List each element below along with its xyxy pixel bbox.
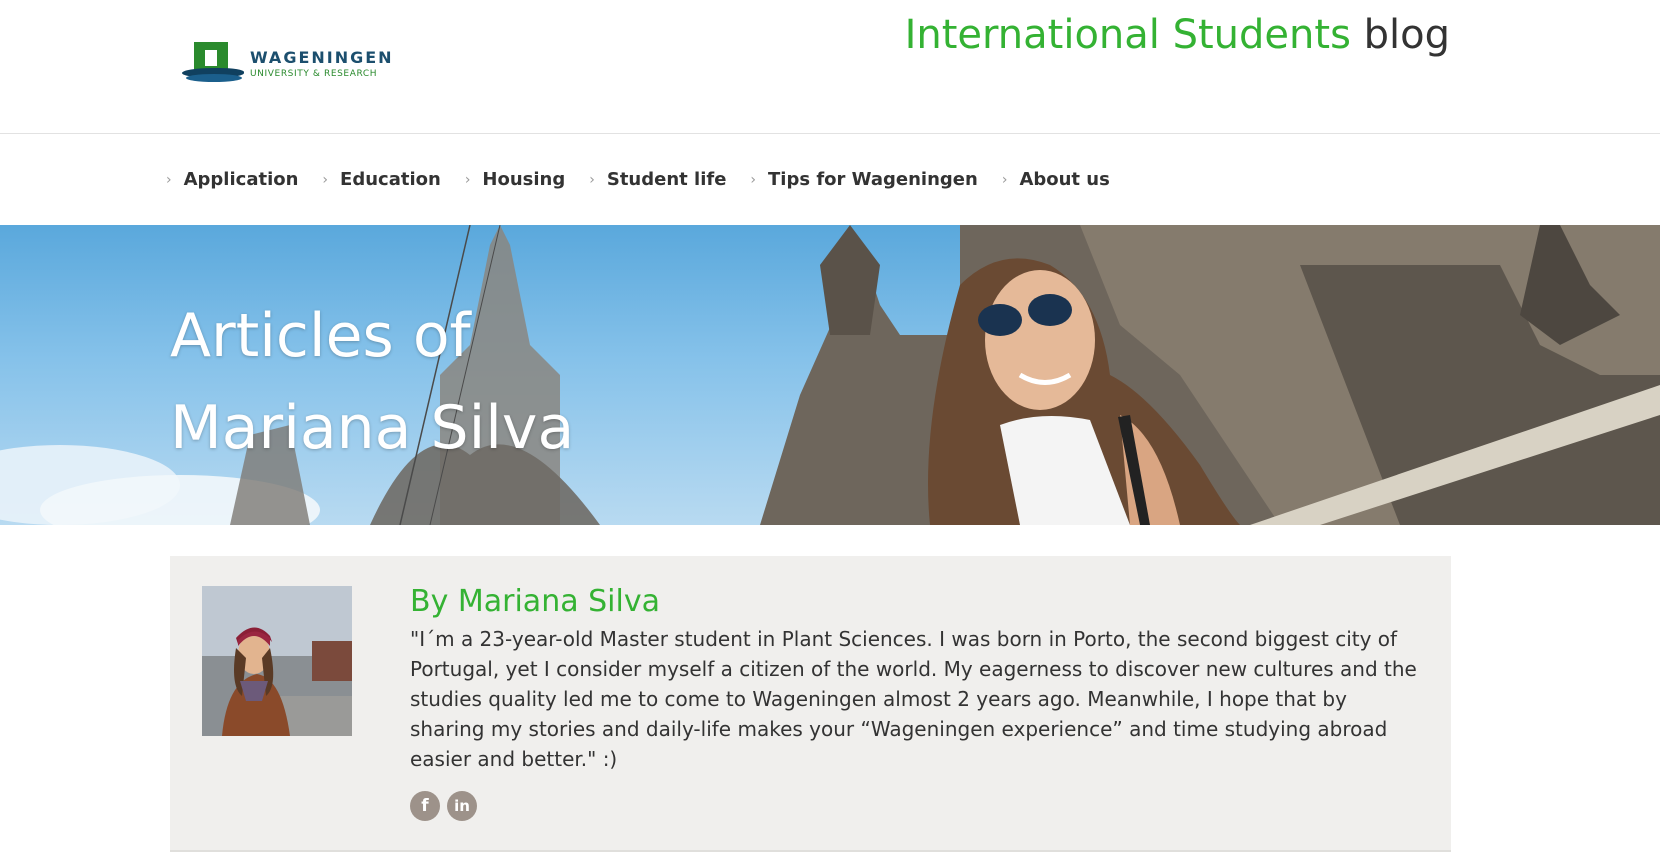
nav-item-label: Student life — [606, 169, 727, 190]
blog-title[interactable]: International Students blog — [905, 12, 1450, 58]
wur-logo-text: WAGENINGEN UNIVERSITY & RESEARCH — [250, 48, 394, 79]
nav-item-student-life[interactable]: › Student life — [589, 169, 726, 190]
nav-item-label: About us — [1019, 169, 1110, 190]
nav-item-label: Tips for Wageningen — [768, 169, 978, 190]
page-title-line1: Articles of — [170, 301, 471, 371]
chevron-right-icon: › — [750, 171, 757, 188]
nav-item-housing[interactable]: › Housing — [465, 169, 565, 190]
nav-item-application[interactable]: › Application — [166, 169, 298, 190]
page-title-line2: Mariana Silva — [170, 393, 575, 463]
nav-item-tips[interactable]: › Tips for Wageningen — [750, 169, 977, 190]
author-bio: "I´m a 23-year-old Master student in Pla… — [410, 627, 1417, 771]
nav-item-label: Education — [340, 169, 441, 190]
author-card: By Mariana Silva "I´m a 23-year-old Mast… — [170, 556, 1451, 852]
author-avatar — [202, 586, 352, 736]
nav-item-label: Housing — [482, 169, 566, 190]
chevron-right-icon: › — [322, 171, 329, 188]
wur-logo-mark — [182, 40, 244, 86]
site-header: WAGENINGEN UNIVERSITY & RESEARCH Interna… — [0, 0, 1660, 134]
nav-item-education[interactable]: › Education — [322, 169, 440, 190]
blog-title-green: International Students — [904, 12, 1351, 58]
linkedin-icon[interactable]: in — [447, 791, 477, 821]
chevron-right-icon: › — [589, 171, 595, 188]
facebook-icon[interactable]: f — [410, 791, 440, 821]
main-nav: › Application › Education › Housing › Studen… — [0, 135, 1660, 225]
social-links: f in — [410, 791, 484, 821]
nav-item-label: Application — [183, 169, 299, 190]
chevron-right-icon: › — [166, 171, 172, 188]
nav-list: › Application › Education › Housing › Studen… — [166, 169, 1134, 190]
nav-item-about[interactable]: › About us — [1002, 169, 1110, 190]
logo-line1: WAGENINGEN — [250, 47, 394, 67]
chevron-right-icon: › — [1001, 171, 1008, 188]
author-name[interactable]: By Mariana Silva — [410, 584, 660, 619]
chevron-right-icon: › — [464, 171, 471, 188]
blog-title-dark: blog — [1363, 12, 1450, 58]
wur-logo[interactable]: WAGENINGEN UNIVERSITY & RESEARCH — [182, 40, 412, 86]
logo-line2: UNIVERSITY & RESEARCH — [250, 68, 378, 79]
page-title: Articles of Mariana Silva — [170, 290, 574, 474]
